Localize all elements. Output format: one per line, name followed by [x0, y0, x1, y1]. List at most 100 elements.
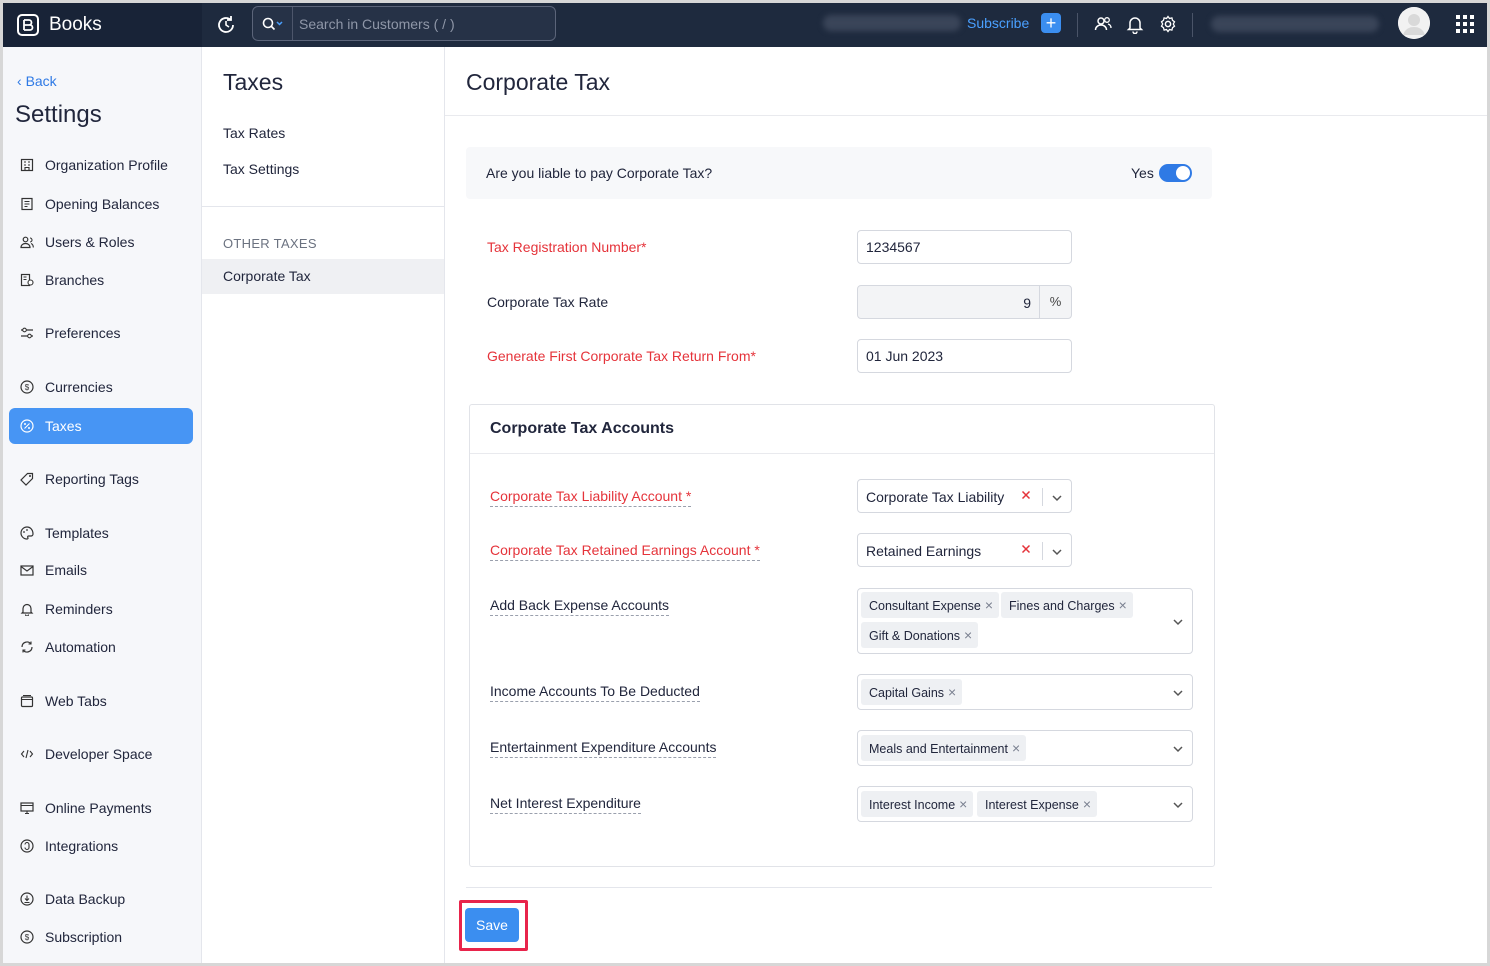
percent-suffix: %: [1039, 286, 1071, 318]
chip-interest-income: Interest Income ×: [861, 791, 974, 817]
divider: [1042, 542, 1043, 560]
organization-name-blurred[interactable]: [823, 15, 961, 31]
settings-title: Settings: [15, 101, 102, 128]
remove-chip-icon[interactable]: ×: [959, 791, 967, 817]
chevron-down-icon[interactable]: [1172, 615, 1184, 627]
palette-icon: [19, 525, 35, 541]
books-logo-icon: [15, 12, 41, 38]
remove-chip-icon[interactable]: ×: [1083, 791, 1091, 817]
sidebar-item-web-tabs[interactable]: Web Tabs: [9, 683, 193, 719]
code-icon: [19, 746, 35, 762]
remove-chip-icon[interactable]: ×: [985, 592, 993, 618]
first-return-date-input[interactable]: [857, 339, 1072, 373]
search-bar[interactable]: [252, 6, 556, 41]
remove-chip-icon[interactable]: ×: [948, 679, 956, 705]
ledger-icon: [19, 196, 35, 212]
sidebar-item-reporting-tags[interactable]: Reporting Tags: [9, 461, 193, 497]
chevron-down-icon[interactable]: [1172, 798, 1184, 810]
add-back-expense-multiselect[interactable]: Consultant Expense × Fines and Charges × G…: [857, 588, 1193, 654]
brand-area[interactable]: Books: [3, 3, 202, 47]
remove-chip-icon[interactable]: ×: [1012, 735, 1020, 761]
add-back-expense-label: Add Back Expense Accounts: [490, 597, 669, 616]
branch-icon: [19, 272, 35, 288]
income-accounts-label: Income Accounts To Be Deducted: [490, 683, 700, 702]
page-header: Corporate Tax: [445, 47, 1487, 116]
clear-icon[interactable]: [1019, 542, 1033, 556]
subscription-icon: $: [19, 929, 35, 945]
entertainment-accounts-multiselect[interactable]: Meals and Entertainment ×: [857, 730, 1193, 766]
save-button[interactable]: Save: [465, 908, 519, 942]
remove-chip-icon[interactable]: ×: [964, 622, 972, 648]
tabs-icon: [19, 693, 35, 709]
liability-toggle[interactable]: [1159, 164, 1192, 182]
sidebar-item-reminders[interactable]: Reminders: [9, 591, 193, 627]
app-name: Books: [49, 14, 102, 35]
first-return-date-label: Generate First Corporate Tax Return From…: [487, 348, 756, 364]
search-input[interactable]: [293, 15, 543, 32]
main-content: Corporate Tax Are you liable to pay Corp…: [445, 47, 1487, 963]
sidebar-item-branches[interactable]: Branches: [9, 262, 193, 298]
retained-earnings-account-label: Corporate Tax Retained Earnings Account …: [490, 542, 760, 561]
percent-icon: [19, 418, 35, 434]
chip-meals-and-entertainment: Meals and Entertainment ×: [861, 735, 1027, 761]
sidebar-item-emails[interactable]: Emails: [9, 552, 193, 588]
sidebar-item-opening-balances[interactable]: Opening Balances: [9, 186, 193, 222]
liability-answer: Yes: [1131, 165, 1154, 181]
sidebar-item-data-backup[interactable]: Data Backup: [9, 881, 193, 917]
sidebar-item-organization-profile[interactable]: Organization Profile: [9, 147, 193, 183]
corporate-tax-rate-label: Corporate Tax Rate: [487, 294, 609, 310]
divider: [202, 206, 445, 207]
accounts-panel-title: Corporate Tax Accounts: [490, 420, 675, 437]
tab-tax-settings[interactable]: Tax Settings: [223, 161, 299, 177]
divider: [1042, 488, 1043, 506]
clear-icon[interactable]: [1019, 488, 1033, 502]
remove-chip-icon[interactable]: ×: [1119, 592, 1127, 618]
retained-earnings-account-select[interactable]: Retained Earnings: [857, 533, 1072, 567]
page-title: Corporate Tax: [466, 69, 611, 95]
tab-tax-rates[interactable]: Tax Rates: [223, 125, 285, 141]
liability-account-select[interactable]: Corporate Tax Liability: [857, 479, 1072, 513]
refresh-icon: [19, 639, 35, 655]
divider: [470, 453, 1214, 454]
users-icon: [19, 234, 35, 250]
integration-icon: [19, 838, 35, 854]
user-name-blurred[interactable]: [1211, 16, 1379, 32]
chevron-down-icon[interactable]: [1051, 491, 1063, 503]
sidebar-item-preferences[interactable]: Preferences: [9, 315, 193, 351]
chevron-down-icon[interactable]: [1172, 742, 1184, 754]
app-window: Books Subscribe +: [3, 3, 1487, 963]
avatar[interactable]: [1398, 7, 1430, 39]
tab-corporate-tax[interactable]: Corporate Tax: [202, 259, 444, 294]
payment-icon: [19, 800, 35, 816]
sidebar-item-templates[interactable]: Templates: [9, 515, 193, 551]
liability-account-label: Corporate Tax Liability Account *: [490, 488, 692, 507]
sidebar-item-automation[interactable]: Automation: [9, 629, 193, 665]
chip-fines-and-charges: Fines and Charges ×: [1001, 592, 1133, 618]
tax-registration-number-input[interactable]: [857, 230, 1072, 264]
search-icon[interactable]: [253, 7, 293, 40]
people-icon[interactable]: [1093, 14, 1113, 34]
retained-earnings-account-value: Retained Earnings: [866, 543, 982, 559]
sidebar-item-users-roles[interactable]: Users & Roles: [9, 224, 193, 260]
net-interest-multiselect[interactable]: Interest Income × Interest Expense ×: [857, 786, 1193, 822]
corporate-tax-rate-field: 9 %: [857, 285, 1072, 319]
back-link[interactable]: ‹ Back: [17, 73, 57, 89]
recent-history-icon[interactable]: [215, 14, 237, 36]
sidebar-item-subscription[interactable]: $ Subscription: [9, 919, 193, 955]
sidebar-item-integrations[interactable]: Integrations: [9, 828, 193, 864]
settings-sidebar: ‹ Back Settings Organization Profile Ope…: [3, 47, 202, 963]
chevron-down-icon[interactable]: [1051, 545, 1063, 557]
toolbar-divider: [1077, 13, 1078, 37]
chevron-down-icon[interactable]: [1172, 686, 1184, 698]
quick-create-plus-icon[interactable]: +: [1041, 13, 1061, 33]
sidebar-item-developer-space[interactable]: Developer Space: [9, 736, 193, 772]
gear-icon[interactable]: [1158, 14, 1178, 34]
bell-icon[interactable]: [1125, 14, 1145, 35]
sidebar-item-taxes[interactable]: Taxes: [9, 408, 193, 444]
income-accounts-multiselect[interactable]: Capital Gains ×: [857, 674, 1193, 710]
apps-grid-icon[interactable]: [1455, 14, 1475, 34]
subscribe-link[interactable]: Subscribe: [967, 15, 1029, 31]
taxes-title: Taxes: [223, 69, 284, 95]
sidebar-item-currencies[interactable]: $ Currencies: [9, 369, 193, 405]
sidebar-item-online-payments[interactable]: Online Payments: [9, 790, 193, 826]
